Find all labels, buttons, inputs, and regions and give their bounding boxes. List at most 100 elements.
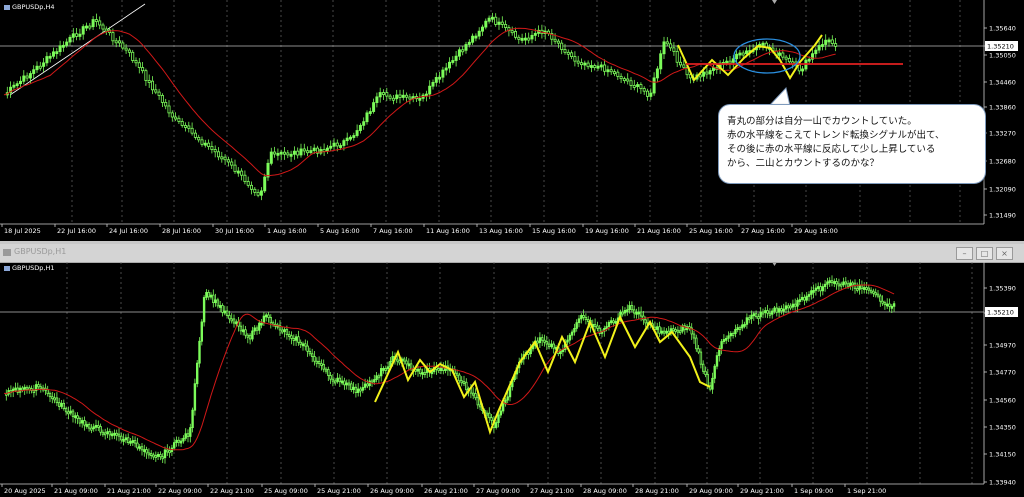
candle-body xyxy=(309,150,313,153)
candle-body xyxy=(781,52,785,58)
candle-body xyxy=(596,65,600,69)
candle-body xyxy=(761,311,765,315)
candle-body xyxy=(378,92,382,98)
minimize-button[interactable]: – xyxy=(956,247,973,260)
candle-body xyxy=(623,309,627,314)
h1-window-titlebar[interactable]: GBPUSDp,H1 – □ × xyxy=(0,244,1024,263)
candle-body xyxy=(478,404,482,408)
candle-body xyxy=(398,360,401,364)
candle-body xyxy=(266,162,270,178)
candle-body xyxy=(757,316,760,320)
time-tick-label: 11 Aug 16:00 xyxy=(426,227,470,235)
price-tick-label: 1.32090 xyxy=(989,186,1016,194)
price-tick-label: 1.34460 xyxy=(989,79,1016,87)
candle-body xyxy=(728,60,732,64)
candle-body xyxy=(53,397,56,401)
candle-body xyxy=(108,431,112,436)
callout-line-3: その後に赤の水平線に反応して少し上昇している xyxy=(727,144,936,155)
candle-body xyxy=(725,60,729,64)
candle-body xyxy=(317,360,321,364)
candle-body xyxy=(310,353,314,357)
candle-body xyxy=(368,380,371,387)
candle-body xyxy=(236,170,240,174)
candle-body xyxy=(213,149,217,153)
candle-body xyxy=(180,121,184,126)
h1-price-chart[interactable]: 1.35390 1.35210 1.34970 1.34770 1.34560 1.343… xyxy=(0,262,1024,497)
candle-body xyxy=(622,78,626,82)
candle-body xyxy=(111,32,115,42)
h1-window-title: GBPUSDp,H1 xyxy=(14,247,67,256)
candle-body xyxy=(552,343,555,349)
candle-body xyxy=(11,388,15,392)
candle-body xyxy=(705,71,709,75)
candle-body xyxy=(258,322,261,331)
candle-body xyxy=(161,456,164,460)
candle-body xyxy=(218,305,222,308)
candle-body xyxy=(160,95,164,103)
candle-body xyxy=(621,311,624,315)
candle-body xyxy=(154,89,158,93)
candle-body xyxy=(789,305,792,309)
candle-body xyxy=(787,58,791,63)
candle-body xyxy=(18,80,22,85)
price-tick-label: 1.34560 xyxy=(989,397,1016,405)
candle-body xyxy=(333,380,337,384)
candle-body xyxy=(101,431,105,435)
candle-body xyxy=(312,147,316,151)
candle-body xyxy=(480,26,484,32)
candle-body xyxy=(474,393,477,399)
candle-body xyxy=(186,433,190,437)
candle-body xyxy=(801,68,805,72)
candle-body xyxy=(603,64,607,72)
candle-body xyxy=(289,153,293,157)
candle-body xyxy=(216,299,220,307)
close-button[interactable]: × xyxy=(996,247,1013,260)
candle-body xyxy=(78,33,82,37)
candle-body xyxy=(743,323,746,327)
candle-body xyxy=(820,44,824,47)
candle-body xyxy=(639,311,643,317)
h1-chart-window[interactable]: GBPUSDp,H1 – □ × GBPUSDp,H1 1.35390 1.352… xyxy=(0,244,1024,497)
candle-body xyxy=(61,44,65,48)
candle-body xyxy=(129,440,132,444)
candle-body xyxy=(143,449,146,452)
candle-body xyxy=(667,330,670,334)
candle-body xyxy=(766,310,769,314)
candle-body xyxy=(241,329,245,333)
candle-body xyxy=(104,432,107,436)
candle-body xyxy=(87,424,91,429)
candle-body xyxy=(725,337,728,341)
time-tick-label: 13 Aug 16:00 xyxy=(479,227,523,235)
candle-body xyxy=(490,16,494,20)
candle-body xyxy=(297,336,300,343)
candle-body xyxy=(189,427,192,437)
candle-body xyxy=(484,20,488,28)
candle-body xyxy=(863,287,866,290)
candle-body xyxy=(306,150,310,154)
candle-body xyxy=(409,363,413,370)
candle-body xyxy=(45,56,49,64)
candle-body xyxy=(355,130,359,136)
candle-body xyxy=(761,42,765,46)
candle-body xyxy=(52,51,56,57)
candle-body xyxy=(286,152,290,156)
candle-body xyxy=(675,50,679,63)
candle-body xyxy=(15,83,19,87)
candle-body xyxy=(510,30,514,34)
price-tick-label: 1.33270 xyxy=(989,130,1016,138)
candle-body xyxy=(633,309,636,314)
candle-body xyxy=(702,71,706,77)
candle-body xyxy=(115,432,118,436)
candle-body xyxy=(646,90,650,97)
candle-body xyxy=(183,125,187,128)
maximize-button[interactable]: □ xyxy=(976,247,993,260)
candle-body xyxy=(269,151,273,164)
candle-body xyxy=(223,156,227,161)
candle-body xyxy=(375,96,379,104)
candle-body xyxy=(488,412,491,419)
candle-body xyxy=(58,402,61,407)
candle-body xyxy=(872,290,875,294)
candle-body xyxy=(674,329,677,332)
period-separator-marker xyxy=(772,0,777,4)
candle-body xyxy=(136,442,139,449)
